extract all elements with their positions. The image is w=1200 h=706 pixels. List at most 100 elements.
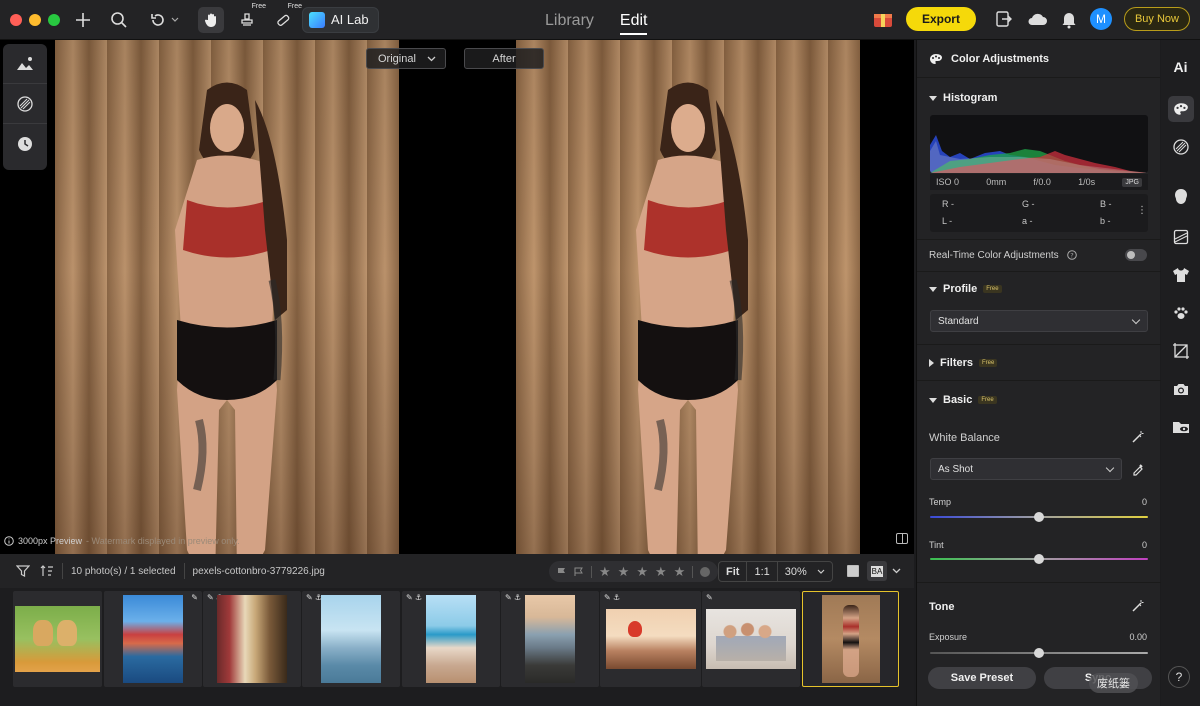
tab-library[interactable]: Library [545,10,594,30]
portrait-module-button[interactable] [1168,184,1194,210]
clothing-module-button[interactable] [1168,262,1194,288]
landscape-tool-button[interactable] [3,44,47,84]
color-adjustments-panel: Color Adjustments Histogram ISO 0 0mm f/… [916,40,1161,706]
bandage-icon [277,14,290,26]
lab-b-readout: b - [1100,216,1111,226]
temp-slider-knob[interactable] [1034,512,1044,522]
star-3-icon[interactable]: ★ [636,564,648,580]
free-tag: Free [979,359,998,367]
person-figure [636,82,748,554]
star-1-icon[interactable]: ★ [599,564,611,580]
exposure-slider-knob[interactable] [1034,648,1044,658]
divider [917,582,1161,583]
profile-dropdown[interactable]: Standard [930,310,1148,332]
thumbnail-dogs[interactable] [13,591,102,687]
thumbnail-balloon[interactable]: ✎ ⚓ [600,591,701,687]
reject-flag-icon[interactable] [574,567,584,577]
thumbnail-beach[interactable]: ✎ ⚓ [402,591,500,687]
history-tool-button[interactable] [3,124,47,164]
thumbnail-image [605,609,696,669]
more-options-icon[interactable]: ⋮ [1137,205,1147,216]
temp-slider[interactable] [930,512,1148,522]
divider [62,563,63,579]
star-2-icon[interactable]: ★ [618,564,630,580]
white-balance-dropdown[interactable]: As Shot [930,458,1122,480]
tint-slider[interactable] [930,554,1148,564]
before-after-view-button[interactable]: BA [867,561,887,581]
chevron-down-icon[interactable] [892,568,901,574]
thumbnail-family[interactable]: ✎ [702,591,800,687]
hand-tool-button[interactable] [198,6,224,33]
exif-info-row: ISO 0 0mm f/0.0 1/0s JPG [930,174,1148,190]
clone-stamp-button[interactable]: Free [234,3,266,33]
export-button[interactable]: Export [905,7,976,31]
minimize-window-button[interactable] [29,13,41,26]
color-module-button[interactable] [1167,96,1194,122]
filter-icon[interactable] [16,565,30,577]
profile-section-toggle[interactable]: Profile Free [917,283,1002,295]
a-readout: a - [1022,216,1033,226]
histogram-section-toggle[interactable]: Histogram [917,92,997,104]
filters-section-toggle[interactable]: Filters Free [917,357,998,369]
gift-icon[interactable] [872,9,894,29]
ai-module-button[interactable]: Ai [1168,54,1194,80]
original-view-dropdown[interactable]: Original [366,48,446,69]
help-button[interactable]: ? [1168,666,1190,688]
folder-view-module-button[interactable] [1168,414,1194,440]
notifications-button[interactable] [1060,9,1078,29]
realtime-toggle[interactable] [1125,249,1147,261]
profile-value: Standard [938,315,979,327]
pet-module-button[interactable] [1168,300,1194,326]
eyedropper-icon[interactable] [1131,462,1145,476]
zoom-fit-button[interactable]: Fit [719,562,748,581]
thumbnail-alley[interactable]: ✎ ⚓ [203,591,301,687]
color-label-icon[interactable] [700,566,711,577]
thumbnail-image [15,606,100,672]
basic-section-toggle[interactable]: Basic Free [917,394,997,406]
background-module-button[interactable] [1168,224,1194,250]
exposure-slider[interactable] [930,648,1148,658]
zoom-percent-dropdown[interactable]: 30% [778,562,832,581]
histogram-chart [930,115,1148,173]
realtime-label: Real-Time Color Adjustments [929,250,1059,261]
tint-slider-knob[interactable] [1034,554,1044,564]
thumbnail-city-tower[interactable]: ✎ ⚓ [302,591,400,687]
grain-module-button[interactable] [1168,134,1194,160]
auto-wand-icon[interactable] [1131,430,1145,444]
split-view-icon[interactable] [896,533,908,544]
thumbnail-sea-rocks[interactable]: ✎ ⚓ [501,591,599,687]
chevron-down-icon [817,569,825,574]
ai-lab-button[interactable]: AI Lab [302,6,379,33]
zoom-1to1-button[interactable]: 1:1 [747,562,778,581]
healing-brush-button[interactable]: Free [270,3,302,33]
add-button[interactable] [70,7,96,33]
edited-badge-icon: ✎ [191,593,198,602]
import-icon [996,11,1012,27]
buy-now-button[interactable]: Buy Now [1123,7,1190,31]
zoom-window-button[interactable] [48,13,60,26]
avatar[interactable]: M [1089,8,1112,30]
thumbnail-portrait-selected[interactable] [802,591,899,687]
star-5-icon[interactable]: ★ [674,564,686,580]
help-circle-icon[interactable]: ? [1067,250,1077,260]
tab-edit[interactable]: Edit [619,10,648,35]
search-button[interactable] [106,7,132,33]
camera-module-button[interactable] [1168,376,1194,402]
crop-module-button[interactable] [1168,338,1194,364]
single-view-button[interactable] [847,565,859,577]
cloud-button[interactable] [1026,9,1048,29]
flag-icon[interactable] [557,567,567,577]
import-button[interactable] [994,9,1014,29]
close-window-button[interactable] [10,13,22,26]
denoise-tool-button[interactable] [3,84,47,124]
thumbnail-harbor[interactable]: ✎ [104,591,202,687]
save-preset-button[interactable]: Save Preset [928,667,1036,689]
auto-wand-icon[interactable] [1131,599,1145,613]
sort-icon[interactable] [40,565,54,577]
undo-history-button[interactable] [144,7,184,33]
edited-badge-icon: ✎ ⚓ [406,593,423,602]
tint-value: 0 [1141,540,1147,550]
star-4-icon[interactable]: ★ [655,564,667,580]
image-canvas[interactable]: Original After 3000px Preview - Watermar… [0,40,914,554]
window-controls [10,13,60,26]
